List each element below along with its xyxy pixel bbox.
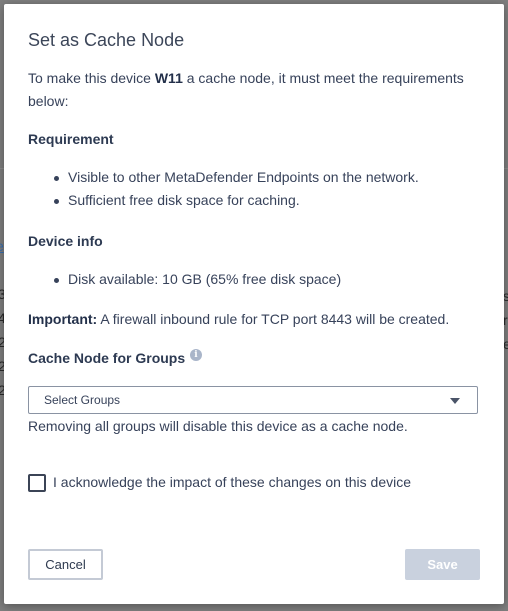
acknowledge-checkbox[interactable]: [28, 474, 46, 492]
device-info-list: Disk available: 10 GB (65% free disk spa…: [48, 268, 341, 291]
cancel-button[interactable]: Cancel: [28, 549, 103, 580]
background-divider: [504, 168, 508, 169]
groups-heading: Cache Node for Groups: [28, 350, 186, 366]
set-cache-node-dialog: Set as Cache Node To make this device W1…: [4, 4, 504, 604]
save-button[interactable]: Save: [405, 549, 480, 580]
requirements-list: Visible to other MetaDefender Endpoints …: [48, 166, 419, 212]
device-name: W11: [154, 70, 183, 86]
list-item: Disk available: 10 GB (65% free disk spa…: [48, 268, 341, 291]
important-label: Important:: [28, 311, 98, 327]
chevron-down-icon: [450, 398, 460, 404]
groups-select[interactable]: Select Groups: [28, 386, 478, 414]
important-note: Important: A firewall inbound rule for T…: [28, 311, 450, 327]
list-item: Sufficient free disk space for caching.: [48, 189, 419, 212]
list-item: Visible to other MetaDefender Endpoints …: [48, 166, 419, 189]
info-icon[interactable]: i: [190, 349, 202, 361]
requirement-heading: Requirement: [28, 131, 114, 147]
device-info-heading: Device info: [28, 233, 103, 249]
groups-select-value: Select Groups: [44, 393, 121, 407]
dialog-title: Set as Cache Node: [28, 30, 185, 50]
acknowledge-label[interactable]: I acknowledge the impact of these change…: [53, 474, 411, 490]
intro-text: To make this device W11 a cache node, it…: [28, 70, 464, 109]
groups-note: Removing all groups will disable this de…: [28, 418, 408, 434]
